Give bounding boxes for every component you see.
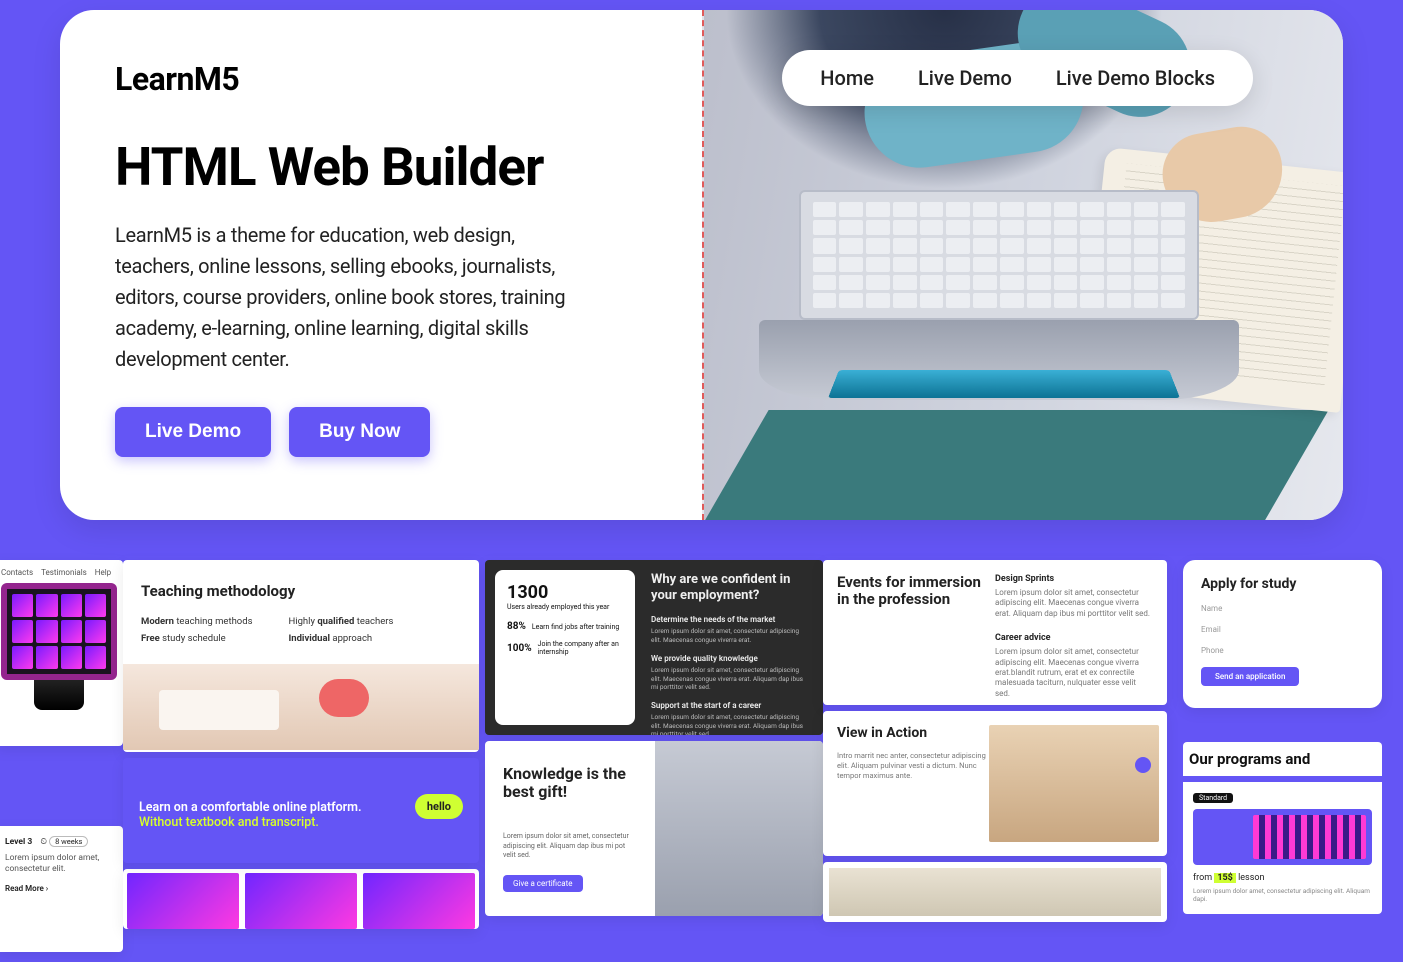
teaching-title: Teaching methodology [141,582,461,600]
apply-field-phone[interactable]: Phone [1201,646,1364,655]
apply-send-button[interactable]: Send an application [1201,667,1299,686]
teaching-bullet: Highly qualified teachers [288,616,393,627]
apply-field-name[interactable]: Name [1201,604,1364,613]
apply-field-email[interactable]: Email [1201,625,1364,634]
level3-duration: 8 weeks [49,836,88,847]
preview-events-card: Events for immersion in the profession D… [823,560,1167,705]
preview-learn-card: Learn on a comfortable online platform. … [123,758,479,863]
preview-monitor-card: Contacts Testimonials Help [0,560,123,746]
nav-live-demo-blocks[interactable]: Live Demo Blocks [1056,66,1215,90]
hero-headline: HTML Web Builder [115,140,647,196]
stat-100-label: Join the company after an internship [538,640,623,656]
nav-live-demo[interactable]: Live Demo [918,66,1012,90]
level3-read-more[interactable]: Read More › [5,884,113,893]
play-icon [1135,757,1151,773]
stat-sub: Users already employed this year [507,603,623,611]
top-nav: Home Live Demo Live Demo Blocks [782,50,1253,106]
preview-teaching-card: Teaching methodology Modern teaching met… [123,560,479,752]
preview-view-card: View in Action Intro marrit nec anter, c… [823,711,1167,856]
tab-testimonials: Testimonials [41,568,87,577]
stat-big: 1300 [507,582,623,603]
stat-88: 88% [507,621,526,632]
view-title: View in Action [837,725,989,741]
stat-100: 100% [507,643,532,654]
hero-card: LearnM5 HTML Web Builder LearnM5 is a th… [60,10,1343,520]
gift-title: Knowledge is the best gift! [503,765,637,802]
gift-button[interactable]: Give a certificate [503,875,583,892]
tab-help: Help [95,568,111,577]
preview-apply-card: Apply for study Name Email Phone Send an… [1183,560,1382,708]
preview-level3-card: Level 3 ⏲ 8 weeks Lorem ipsum dolor amet… [0,826,123,952]
hero-description: LearnM5 is a theme for education, web de… [115,220,595,375]
events-sub2: Career advice [995,633,1153,643]
preview-landscape-card [823,862,1167,922]
programs-icon [1193,809,1372,865]
apply-title: Apply for study [1201,576,1364,592]
events-title: Events for immersion in the profession [837,574,995,609]
brand-logo: LearnM5 [115,60,647,98]
live-demo-button[interactable]: Live Demo [115,407,271,457]
stat-88-label: Learn find jobs after training [532,623,619,631]
video-thumb[interactable] [989,725,1159,842]
events-p2: Lorem ipsum dolor sit amet, consectetur … [995,647,1153,699]
level3-body: Lorem ipsum dolor amet, consectetur elit… [5,853,113,876]
buy-now-button[interactable]: Buy Now [289,407,430,457]
why-p3: Lorem ipsum dolor sit amet, consectetur … [651,713,807,735]
view-text: Intro marrit nec anter, consectetur adip… [837,751,987,781]
programs-title: Our programs and [1183,742,1382,776]
events-sub1: Design Sprints [995,574,1153,584]
preview-colorful-strip [123,869,479,929]
preview-programs-card: Our programs and Standard from 15$ lesso… [1183,742,1382,914]
tab-contacts: Contacts [1,568,33,577]
level3-title: Level 3 [5,837,32,847]
hello-badge: hello [415,794,463,819]
programs-desc: Lorem ipsum dolor amet, consectetur adip… [1193,887,1372,904]
why-p1: Lorem ipsum dolor sit amet, consectetur … [651,627,807,644]
teaching-bullet: Individual approach [288,633,393,644]
why-h2: We provide quality knowledge [651,654,807,663]
learn-line2: Without textbook and transcript. [139,815,463,830]
why-p2: Lorem ipsum dolor sit amet, consectetur … [651,666,807,691]
why-h3: Support at the start of a career [651,701,807,710]
nav-home[interactable]: Home [820,66,874,90]
teaching-bullet: Modern teaching methods [141,616,252,627]
gift-text: Lorem ipsum dolor sit amet, consectetur … [503,832,637,861]
preview-gift-card: Knowledge is the best gift! Lorem ipsum … [485,741,823,916]
programs-price: from 15$ lesson [1193,873,1372,883]
why-title: Why are we confident in your employment? [651,572,807,603]
why-h1: Determine the needs of the market [651,615,807,624]
programs-tag: Standard [1193,793,1233,803]
preview-gallery: Contacts Testimonials Help Level 3 ⏲ 8 w… [0,560,1403,952]
teaching-bullet: Free study schedule [141,633,252,644]
preview-employment-card: 1300 Users already employed this year 88… [485,560,823,735]
events-p1: Lorem ipsum dolor sit amet, consectetur … [995,588,1153,619]
